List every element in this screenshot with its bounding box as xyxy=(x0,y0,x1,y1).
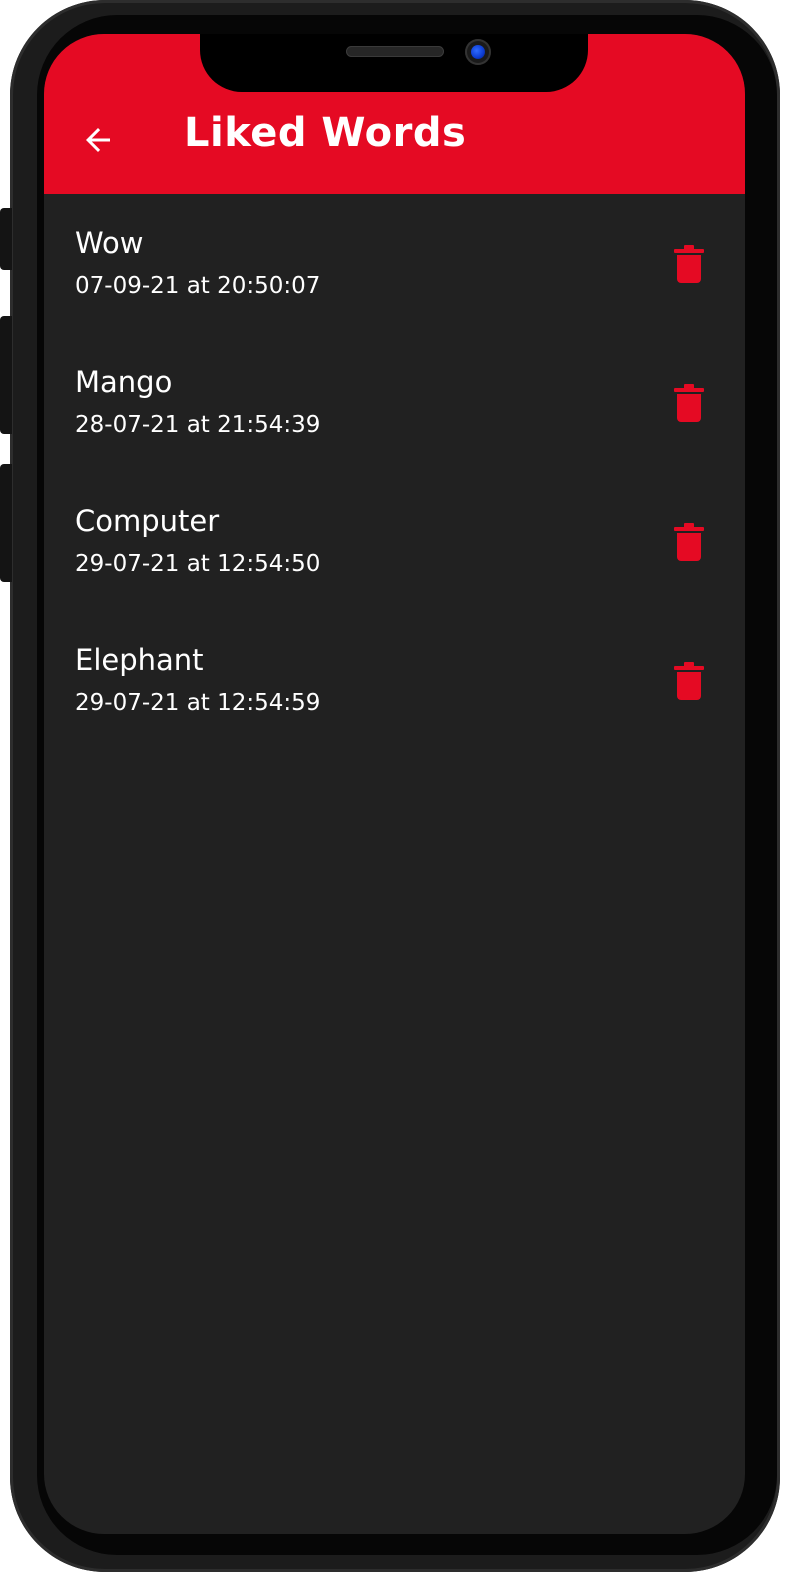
trash-icon xyxy=(674,523,704,561)
liked-timestamp: 07-09-21 at 20:50:07 xyxy=(75,273,321,299)
liked-timestamp: 29-07-21 at 12:54:59 xyxy=(75,690,321,716)
delete-button[interactable] xyxy=(670,244,708,284)
list-item[interactable]: Computer 29-07-21 at 12:54:50 xyxy=(44,472,745,611)
volume-down-button xyxy=(0,464,12,582)
page-title: Liked Words xyxy=(184,110,467,156)
liked-timestamp: 28-07-21 at 21:54:39 xyxy=(75,412,321,438)
word-label: Wow xyxy=(75,226,144,260)
list-item[interactable]: Mango 28-07-21 at 21:54:39 xyxy=(44,333,745,472)
liked-words-list: Wow 07-09-21 at 20:50:07 Mango 28-07-21 … xyxy=(44,194,745,750)
trash-icon xyxy=(674,384,704,422)
mute-switch xyxy=(0,208,12,270)
list-item[interactable]: Wow 07-09-21 at 20:50:07 xyxy=(44,194,745,333)
arrow-left-icon xyxy=(86,128,110,152)
delete-button[interactable] xyxy=(670,522,708,562)
back-button[interactable] xyxy=(74,116,122,164)
camera-lens xyxy=(471,45,485,59)
word-label: Mango xyxy=(75,365,173,399)
liked-timestamp: 29-07-21 at 12:54:50 xyxy=(75,551,321,577)
word-label: Elephant xyxy=(75,643,204,677)
delete-button[interactable] xyxy=(670,661,708,701)
delete-button[interactable] xyxy=(670,383,708,423)
list-item[interactable]: Elephant 29-07-21 at 12:54:59 xyxy=(44,611,745,750)
word-label: Computer xyxy=(75,504,220,538)
volume-up-button xyxy=(0,316,12,434)
trash-icon xyxy=(674,245,704,283)
trash-icon xyxy=(674,662,704,700)
screen: Liked Words Wow 07-09-21 at 20:50:07 Man… xyxy=(44,34,745,1534)
speaker-grille xyxy=(346,46,444,57)
front-camera xyxy=(465,39,491,65)
notch xyxy=(200,34,588,92)
